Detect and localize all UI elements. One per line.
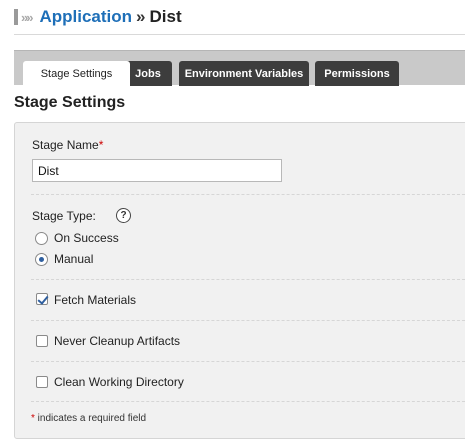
never-cleanup-artifacts-label: Never Cleanup Artifacts xyxy=(54,334,181,348)
stage-type-label: Stage Type: xyxy=(32,209,96,223)
stage-name-label-text: Stage Name xyxy=(32,138,99,152)
radio-manual-label: Manual xyxy=(54,252,94,266)
required-mark: * xyxy=(98,138,104,152)
divider xyxy=(31,401,465,402)
fetch-materials-label: Fetch Materials xyxy=(54,293,137,307)
radio-manual[interactable] xyxy=(35,253,48,266)
breadcrumb-link-application[interactable]: Application xyxy=(39,7,132,27)
page-title: Dist xyxy=(149,7,182,26)
divider xyxy=(31,320,465,321)
tab-jobs[interactable]: Jobs xyxy=(124,61,172,86)
breadcrumb: »» Application » Dist xyxy=(14,6,182,28)
breadcrumb-separator: » xyxy=(136,7,146,26)
clean-working-directory-checkbox[interactable] xyxy=(36,376,48,388)
tab-environment-variables[interactable]: Environment Variables xyxy=(179,61,309,86)
stage-name-input[interactable] xyxy=(32,159,282,182)
divider xyxy=(31,279,465,280)
clean-working-directory-label: Clean Working Directory xyxy=(54,375,184,389)
divider xyxy=(31,361,465,362)
never-cleanup-artifacts-checkbox[interactable] xyxy=(36,335,48,347)
stage-settings-form: Stage Name* Stage Type: ? On Success Man… xyxy=(14,122,465,439)
required-field-note-text: indicates a required field xyxy=(34,413,147,424)
breadcrumb-divider xyxy=(14,34,465,35)
tab-stage-settings[interactable]: Stage Settings xyxy=(23,61,130,87)
tab-bar: Jobs Environment Variables Permissions S… xyxy=(14,50,465,87)
help-icon[interactable]: ? xyxy=(116,208,131,223)
fetch-materials-checkbox[interactable] xyxy=(36,293,48,305)
breadcrumb-arrows-icon: »» xyxy=(21,9,34,25)
required-field-note: * indicates a required field xyxy=(31,413,146,424)
radio-on-success-label: On Success xyxy=(54,231,119,245)
breadcrumb-bar-icon xyxy=(14,9,18,25)
divider xyxy=(31,194,465,195)
section-title: Stage Settings xyxy=(14,94,126,111)
stage-name-label: Stage Name* xyxy=(32,138,103,152)
radio-on-success[interactable] xyxy=(35,232,48,245)
tab-permissions[interactable]: Permissions xyxy=(315,61,399,86)
